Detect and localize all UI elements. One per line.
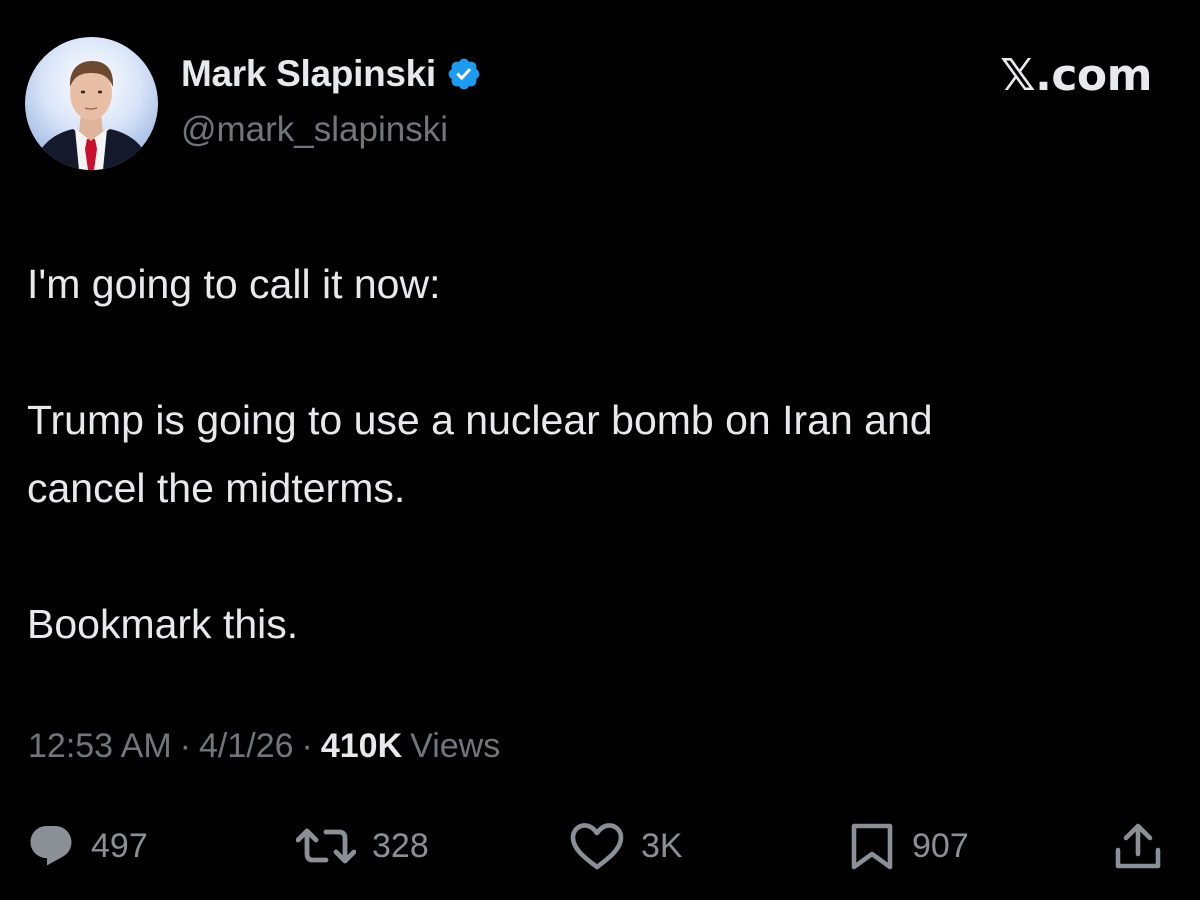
reply-count: 497 bbox=[91, 826, 148, 865]
bookmark-icon bbox=[848, 821, 896, 871]
action-bar: 497 328 3K 907 bbox=[0, 818, 1200, 874]
meta-separator: · bbox=[179, 727, 191, 765]
like-count: 3K bbox=[641, 826, 683, 865]
bookmark-count: 907 bbox=[912, 826, 969, 865]
tweet-meta: 12:53 AM · 4/1/26 · 410K Views bbox=[28, 727, 500, 766]
verified-badge-icon bbox=[446, 56, 482, 92]
author-display-name[interactable]: Mark Slapinski bbox=[181, 53, 436, 95]
tweet-paragraph: Trump is going to use a nuclear bomb on … bbox=[27, 397, 933, 511]
retweet-button[interactable]: 328 bbox=[296, 818, 429, 874]
tweet-card: Mark Slapinski @mark_slapinski 𝕏.com I'm… bbox=[0, 0, 1200, 900]
reply-button[interactable]: 497 bbox=[27, 818, 148, 874]
avatar[interactable] bbox=[25, 37, 158, 170]
reply-icon bbox=[27, 822, 75, 870]
tweet-paragraph: Bookmark this. bbox=[27, 601, 299, 647]
share-button[interactable] bbox=[1112, 818, 1164, 874]
views-label[interactable]: Views bbox=[410, 727, 500, 766]
like-button[interactable]: 3K bbox=[569, 818, 683, 874]
tweet-date[interactable]: 4/1/26 bbox=[199, 727, 294, 766]
tweet-paragraph: I'm going to call it now: bbox=[27, 261, 441, 307]
meta-separator: · bbox=[301, 727, 313, 765]
x-logo: 𝕏.com bbox=[1000, 50, 1152, 101]
author-handle[interactable]: @mark_slapinski bbox=[181, 110, 448, 150]
tweet-text: I'm going to call it now: Trump is going… bbox=[27, 250, 1167, 658]
retweet-icon bbox=[296, 822, 356, 870]
heart-icon bbox=[569, 821, 625, 871]
views-count[interactable]: 410K bbox=[321, 727, 402, 766]
retweet-count: 328 bbox=[372, 826, 429, 865]
tweet-time[interactable]: 12:53 AM bbox=[28, 727, 172, 766]
bookmark-button[interactable]: 907 bbox=[848, 818, 969, 874]
author-name-row[interactable]: Mark Slapinski bbox=[181, 52, 482, 96]
share-icon bbox=[1112, 820, 1164, 872]
